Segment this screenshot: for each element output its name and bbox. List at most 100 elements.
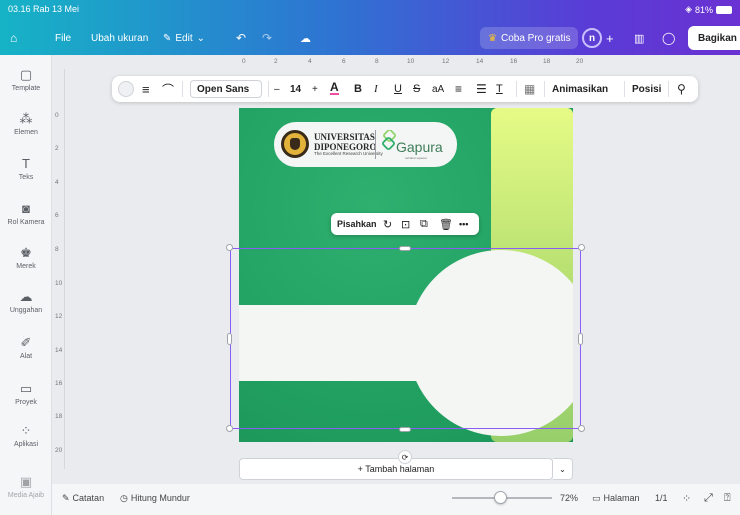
resize-handle-bottom[interactable] — [399, 427, 411, 432]
help-icon[interactable]: ⍰ — [724, 490, 731, 506]
sidebar-item-brand[interactable]: ♚ Merek — [0, 245, 52, 271]
sidebar-item-magic-media[interactable]: ▣ Media Ajaib — [0, 474, 52, 500]
replace-icon[interactable]: ↻ — [383, 213, 392, 235]
fill-color-button[interactable] — [118, 76, 134, 102]
logo-pill[interactable]: UNIVERSITAS DIPONEGORO The Excellent Res… — [274, 122, 457, 167]
tools-icon: ✐ — [20, 335, 32, 350]
font-size-value[interactable]: 14 — [290, 76, 301, 102]
corner-rounding-icon[interactable]: ⌒ — [162, 76, 174, 102]
edit-menu[interactable]: ✎ Edit ⌄ — [163, 27, 205, 49]
sidebar-item-template[interactable]: ▢ Template — [0, 68, 52, 93]
more-options-icon[interactable]: ••• — [459, 213, 468, 235]
apps-icon: ⁘ — [20, 423, 32, 438]
magic-media-icon: ▣ — [19, 474, 33, 489]
avatar: n — [582, 28, 602, 48]
add-collaborator-icon[interactable]: + — [606, 27, 614, 49]
gapura-wordmark: Gapura — [396, 139, 443, 155]
font-size-increase[interactable]: + — [312, 76, 318, 102]
elements-icon: ⁂ — [19, 111, 33, 126]
file-menu[interactable]: File — [55, 27, 71, 49]
gapura-subtitle: sahabat sejawat — [405, 156, 427, 160]
position-button[interactable]: Posisi — [632, 76, 661, 102]
share-button[interactable]: Bagikan — [688, 26, 740, 50]
avatar-button[interactable]: n — [582, 27, 602, 49]
resize-button[interactable]: Ubah ukuran — [91, 27, 148, 49]
comment-icon[interactable]: ◯ — [662, 27, 675, 49]
pages-label: Halaman — [603, 493, 640, 503]
transparency-icon[interactable]: ▦ — [524, 76, 535, 102]
pages-button[interactable]: ▭ Halaman — [592, 490, 640, 506]
selection-box[interactable] — [230, 248, 581, 429]
resize-handle-top[interactable] — [399, 246, 411, 251]
battery-icon — [716, 5, 732, 14]
ruler-top: 0 2 4 6 8 10 12 14 16 18 20 — [242, 58, 584, 65]
strikethrough-button[interactable]: S — [413, 76, 420, 102]
sidebar-item-tools[interactable]: ✐ Alat — [0, 335, 52, 361]
split-button[interactable]: Pisahkan — [337, 213, 377, 235]
grid-view-icon[interactable]: ⁘ — [682, 490, 691, 506]
try-pro-button[interactable]: ♛ Coba Pro gratis — [480, 27, 579, 49]
timer-button[interactable]: ◷ Hitung Mundur — [120, 490, 190, 506]
timer-icon: ◷ — [120, 492, 128, 503]
sidebar-item-apps[interactable]: ⁘ Aplikasi — [0, 423, 52, 449]
align-center-icon[interactable]: ≡ — [455, 76, 462, 102]
zoom-percent[interactable]: 72% — [560, 490, 578, 506]
add-page-dropdown[interactable]: ⌄ — [553, 458, 573, 480]
chevron-down-icon: ⌄ — [196, 32, 206, 44]
try-pro-label: Coba Pro gratis — [500, 32, 571, 44]
zoom-slider-knob[interactable] — [494, 491, 507, 504]
left-sidebar: ▢ Template ⁂ Elemen T Teks ◙ Rol Kamera … — [0, 55, 52, 515]
redo-icon[interactable]: ↷ — [262, 27, 272, 49]
italic-button[interactable]: I — [374, 76, 378, 102]
brand-icon: ♚ — [20, 245, 32, 260]
sidebar-item-text[interactable]: T Teks — [0, 156, 52, 182]
notes-icon: ✎ — [62, 492, 70, 503]
delete-icon[interactable]: 🗑 — [439, 213, 453, 235]
fill-color-swatch — [118, 81, 134, 97]
rotate-handle-icon[interactable]: ⟳ — [398, 450, 412, 464]
status-indicators: ◈ 81% — [685, 4, 732, 15]
camera-icon: ◙ — [22, 201, 30, 216]
notes-button[interactable]: ✎ Catatan — [62, 490, 104, 506]
underline-button[interactable]: U — [394, 76, 402, 102]
duplicate-icon[interactable]: ⧉ — [420, 213, 428, 235]
lock-icon[interactable]: ⊡ — [401, 213, 410, 235]
timer-label: Hitung Mundur — [130, 493, 190, 503]
home-icon[interactable]: ⌂ — [10, 27, 17, 49]
format-toolbar: ≡ ⌒ Open Sans – 14 + A B I U S aA ≡ ☰ T … — [112, 76, 698, 102]
resize-handle-left[interactable] — [227, 333, 232, 345]
insights-icon[interactable]: ▥ — [634, 27, 644, 49]
logo-divider — [375, 130, 376, 159]
undo-icon[interactable]: ↶ — [236, 27, 246, 49]
animate-button[interactable]: Animasikan — [552, 76, 608, 102]
resize-handle-bottom-left[interactable] — [226, 425, 233, 432]
sidebar-item-elements[interactable]: ⁂ Elemen — [0, 111, 52, 137]
cloud-sync-icon[interactable]: ☁ — [300, 27, 311, 49]
text-color-icon[interactable]: A — [330, 76, 339, 102]
resize-handle-top-left[interactable] — [226, 244, 233, 251]
sidebar-item-uploads[interactable]: ☁ Unggahan — [0, 290, 52, 315]
university-seal-logo — [281, 130, 309, 158]
text-icon: T — [22, 156, 30, 171]
border-style-icon[interactable]: ≡ — [142, 76, 150, 102]
text-spacing-icon[interactable]: T — [496, 76, 503, 102]
font-size-decrease[interactable]: – — [274, 76, 280, 102]
ruler-left: 0 2 4 6 8 10 12 14 16 18 20 — [52, 69, 65, 469]
university-tagline: The Excellent Research University — [314, 151, 383, 156]
sidebar-item-camera-roll[interactable]: ◙ Rol Kamera — [0, 201, 52, 227]
sidebar-item-projects[interactable]: ▭ Proyek — [0, 382, 52, 407]
university-name: UNIVERSITAS DIPONEGORO — [314, 132, 377, 152]
add-page-button[interactable]: + Tambah halaman — [239, 458, 553, 480]
resize-handle-right[interactable] — [578, 333, 583, 345]
font-family-select[interactable]: Open Sans — [190, 80, 262, 98]
letter-case-button[interactable]: aA — [432, 76, 444, 102]
pages-icon: ▭ — [592, 492, 601, 503]
list-icon[interactable]: ☰ — [476, 76, 487, 102]
resize-handle-bottom-right[interactable] — [578, 425, 585, 432]
fullscreen-icon[interactable]: ⤢ — [704, 490, 713, 506]
page-count: 1/1 — [655, 493, 668, 503]
resize-handle-top-right[interactable] — [578, 244, 585, 251]
battery-percent: 81% — [694, 4, 713, 15]
bold-button[interactable]: B — [354, 76, 362, 102]
paint-format-icon[interactable]: ⚲ — [677, 76, 686, 102]
